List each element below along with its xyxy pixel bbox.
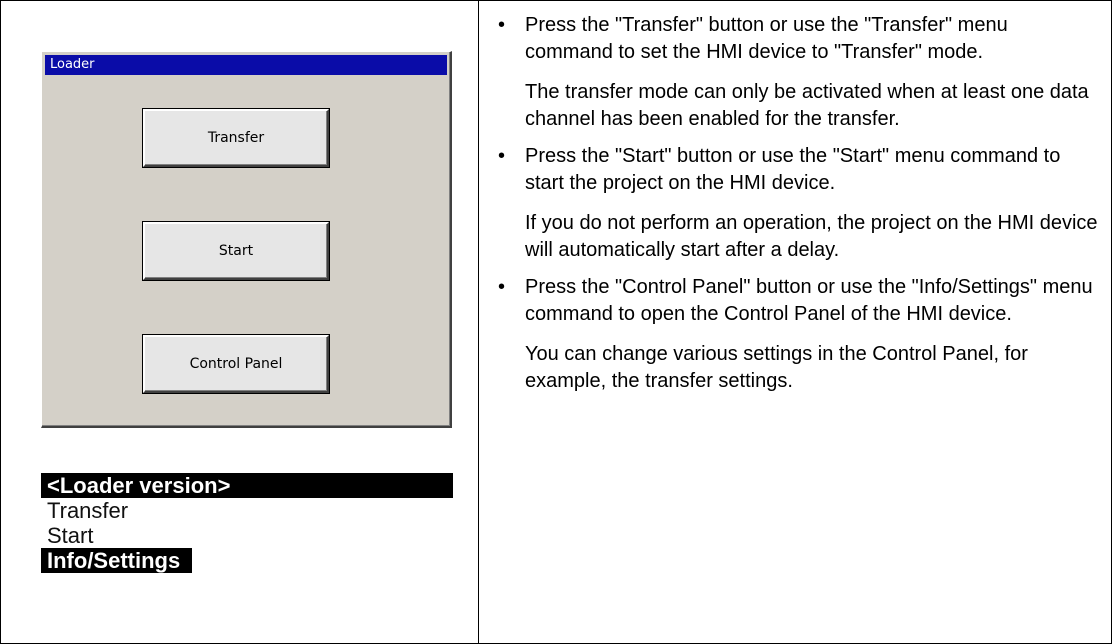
instruction-note: The transfer mode can only be activated … bbox=[525, 81, 1089, 130]
bullet-icon: • bbox=[498, 276, 506, 298]
bullet-icon: • bbox=[498, 14, 506, 36]
column-divider bbox=[478, 1, 479, 643]
menu-item-loader-version[interactable]: <Loader version> bbox=[41, 473, 453, 498]
instruction-text: Press the "Transfer" button or use the "… bbox=[525, 14, 1008, 63]
menu-item-transfer[interactable]: Transfer bbox=[41, 498, 453, 523]
instruction-bullet-transfer: • Press the "Transfer" button or use the… bbox=[498, 12, 1098, 66]
instruction-note: You can change various settings in the C… bbox=[525, 343, 1028, 392]
loader-window: Loader Transfer Start Control Panel bbox=[41, 51, 452, 428]
loader-title-bar: Loader bbox=[45, 55, 447, 75]
instruction-bullet-control-panel: • Press the "Control Panel" button or us… bbox=[498, 274, 1098, 328]
control-panel-button[interactable]: Control Panel bbox=[143, 335, 329, 393]
menu-item-start[interactable]: Start bbox=[41, 523, 453, 548]
instruction-text: Press the "Start" button or use the "Sta… bbox=[525, 145, 1061, 194]
loader-menu: <Loader version> Transfer Start Info/Set… bbox=[41, 473, 453, 573]
start-button[interactable]: Start bbox=[143, 222, 329, 280]
menu-item-info-settings[interactable]: Info/Settings bbox=[41, 548, 193, 573]
instructions-column: • Press the "Transfer" button or use the… bbox=[498, 12, 1098, 395]
document-table: Loader Transfer Start Control Panel <Loa… bbox=[0, 0, 1112, 644]
instruction-note: If you do not perform an operation, the … bbox=[525, 212, 1098, 261]
instruction-text: Press the "Control Panel" button or use … bbox=[525, 276, 1093, 325]
instruction-bullet-start: • Press the "Start" button or use the "S… bbox=[498, 143, 1098, 197]
transfer-button[interactable]: Transfer bbox=[143, 109, 329, 167]
bullet-icon: • bbox=[498, 145, 506, 167]
